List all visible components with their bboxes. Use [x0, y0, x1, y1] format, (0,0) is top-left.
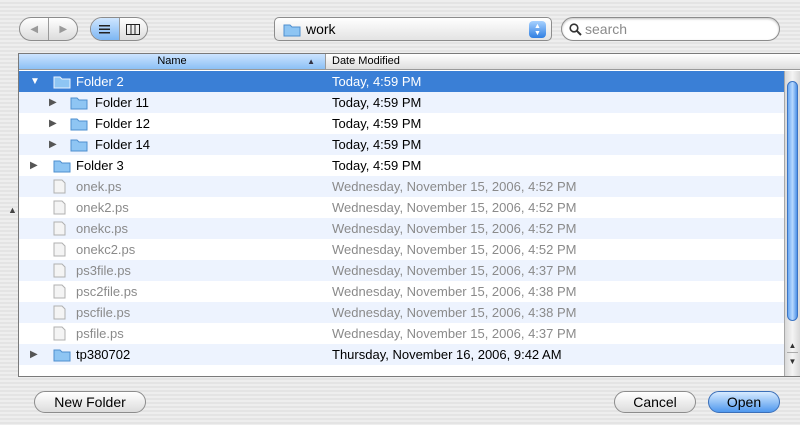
location-popup[interactable]: work ▲ ▼: [274, 17, 552, 41]
scrollbar-thumb[interactable]: [787, 81, 798, 321]
date-column-header[interactable]: Date Modified: [332, 54, 400, 69]
search-field[interactable]: [561, 17, 780, 41]
popup-arrows-icon: ▲ ▼: [529, 21, 546, 38]
back-button[interactable]: ◀: [20, 18, 48, 40]
file-name: onekc2.ps: [76, 242, 136, 257]
file-date: Today, 4:59 PM: [332, 116, 422, 131]
file-date: Today, 4:59 PM: [332, 74, 422, 89]
document-icon: [53, 284, 66, 299]
file-browser: Name ▲ Date Modified ▼ Folder 2 Today, 4…: [18, 53, 800, 377]
sidebar-collapse-icon[interactable]: ▲: [8, 205, 17, 215]
disclosure-triangle-icon[interactable]: ▶: [49, 92, 61, 113]
table-row[interactable]: onekc.ps Wednesday, November 15, 2006, 4…: [19, 218, 784, 239]
search-input[interactable]: [585, 21, 755, 37]
file-name: Folder 2: [76, 74, 124, 89]
file-date: Thursday, November 16, 2006, 9:42 AM: [332, 347, 562, 362]
table-row[interactable]: ▼ Folder 2 Today, 4:59 PM: [19, 71, 784, 92]
right-arrow-icon: ▶: [59, 23, 68, 35]
sort-ascending-icon: ▲: [307, 57, 315, 66]
table-row[interactable]: ps3file.ps Wednesday, November 15, 2006,…: [19, 260, 784, 281]
folder-icon: [53, 160, 71, 173]
table-row[interactable]: pscfile.ps Wednesday, November 15, 2006,…: [19, 302, 784, 323]
document-icon: [53, 221, 66, 236]
file-date: Today, 4:59 PM: [332, 95, 422, 110]
file-list: ▼ Folder 2 Today, 4:59 PM ▶ Folder 11 To…: [19, 71, 784, 365]
table-row[interactable]: ▶ Folder 11 Today, 4:59 PM: [19, 92, 784, 113]
view-mode-control: [90, 17, 148, 41]
file-date: Wednesday, November 15, 2006, 4:52 PM: [332, 242, 577, 257]
file-date: Today, 4:59 PM: [332, 158, 422, 173]
file-name: Folder 3: [76, 158, 124, 173]
location-label: work: [306, 21, 336, 37]
document-icon: [53, 179, 66, 194]
disclosure-triangle-icon[interactable]: ▶: [30, 155, 42, 176]
disclosure-triangle-icon[interactable]: ▶: [30, 344, 42, 365]
file-name: ps3file.ps: [76, 263, 131, 278]
folder-icon: [70, 139, 88, 152]
file-name: psfile.ps: [76, 326, 124, 341]
file-name: pscfile.ps: [76, 305, 131, 320]
file-date: Wednesday, November 15, 2006, 4:38 PM: [332, 305, 577, 320]
column-header: Name ▲ Date Modified: [19, 54, 800, 70]
table-row[interactable]: ▶ Folder 14 Today, 4:59 PM: [19, 134, 784, 155]
column-view-icon: [126, 23, 141, 35]
list-view-button[interactable]: [91, 18, 119, 40]
file-name: onek.ps: [76, 179, 122, 194]
file-date: Wednesday, November 15, 2006, 4:38 PM: [332, 284, 577, 299]
table-row[interactable]: psc2file.ps Wednesday, November 15, 2006…: [19, 281, 784, 302]
table-row[interactable]: onek.ps Wednesday, November 15, 2006, 4:…: [19, 176, 784, 197]
file-name: onek2.ps: [76, 200, 129, 215]
file-date: Wednesday, November 15, 2006, 4:52 PM: [332, 221, 577, 236]
open-button[interactable]: Open: [708, 391, 780, 413]
file-date: Wednesday, November 15, 2006, 4:37 PM: [332, 263, 577, 278]
forward-button[interactable]: ▶: [48, 18, 77, 40]
folder-icon: [53, 76, 71, 89]
file-date: Wednesday, November 15, 2006, 4:52 PM: [332, 200, 577, 215]
file-date: Wednesday, November 15, 2006, 4:37 PM: [332, 326, 577, 341]
file-name: Folder 11: [95, 95, 149, 110]
back-forward-control: ◀ ▶: [19, 17, 78, 41]
table-row[interactable]: psfile.ps Wednesday, November 15, 2006, …: [19, 323, 784, 344]
file-date: Today, 4:59 PM: [332, 137, 422, 152]
name-column-label: Name: [157, 55, 187, 67]
disclosure-triangle-icon[interactable]: ▶: [49, 113, 61, 134]
disclosure-triangle-icon[interactable]: ▶: [49, 134, 61, 155]
document-icon: [53, 305, 66, 320]
document-icon: [53, 263, 66, 278]
vertical-scrollbar[interactable]: ▲ ▼: [784, 71, 800, 376]
list-view-icon: [99, 24, 111, 33]
file-name: psc2file.ps: [76, 284, 138, 299]
scroll-up-arrow-icon[interactable]: ▲: [787, 339, 798, 353]
folder-icon: [53, 349, 71, 362]
document-icon: [53, 200, 66, 215]
file-name: Folder 12: [95, 116, 150, 131]
document-icon: [53, 242, 66, 257]
date-column-label: Date Modified: [332, 55, 400, 67]
table-row[interactable]: onekc2.ps Wednesday, November 15, 2006, …: [19, 239, 784, 260]
file-name: tp380702: [76, 347, 131, 362]
table-row[interactable]: ▶ Folder 12 Today, 4:59 PM: [19, 113, 784, 134]
new-folder-button[interactable]: New Folder: [34, 391, 146, 413]
file-name: Folder 14: [95, 137, 150, 152]
folder-icon: [70, 118, 88, 131]
disclosure-triangle-expanded-icon[interactable]: ▼: [30, 71, 42, 92]
cancel-button[interactable]: Cancel: [614, 391, 696, 413]
table-row[interactable]: onek2.ps Wednesday, November 15, 2006, 4…: [19, 197, 784, 218]
folder-icon: [70, 97, 88, 110]
table-row[interactable]: ▶ Folder 3 Today, 4:59 PM: [19, 155, 784, 176]
search-icon: [569, 22, 582, 36]
file-name: onekc.ps: [76, 221, 129, 236]
file-date: Wednesday, November 15, 2006, 4:52 PM: [332, 179, 577, 194]
table-row[interactable]: ▶ tp380702 Thursday, November 16, 2006, …: [19, 344, 784, 365]
folder-icon: [283, 24, 301, 36]
left-arrow-icon: ◀: [30, 23, 39, 35]
scroll-down-arrow-icon[interactable]: ▼: [787, 355, 798, 369]
column-view-button[interactable]: [118, 18, 147, 40]
document-icon: [53, 326, 66, 341]
name-column-header[interactable]: Name ▲: [19, 54, 326, 69]
